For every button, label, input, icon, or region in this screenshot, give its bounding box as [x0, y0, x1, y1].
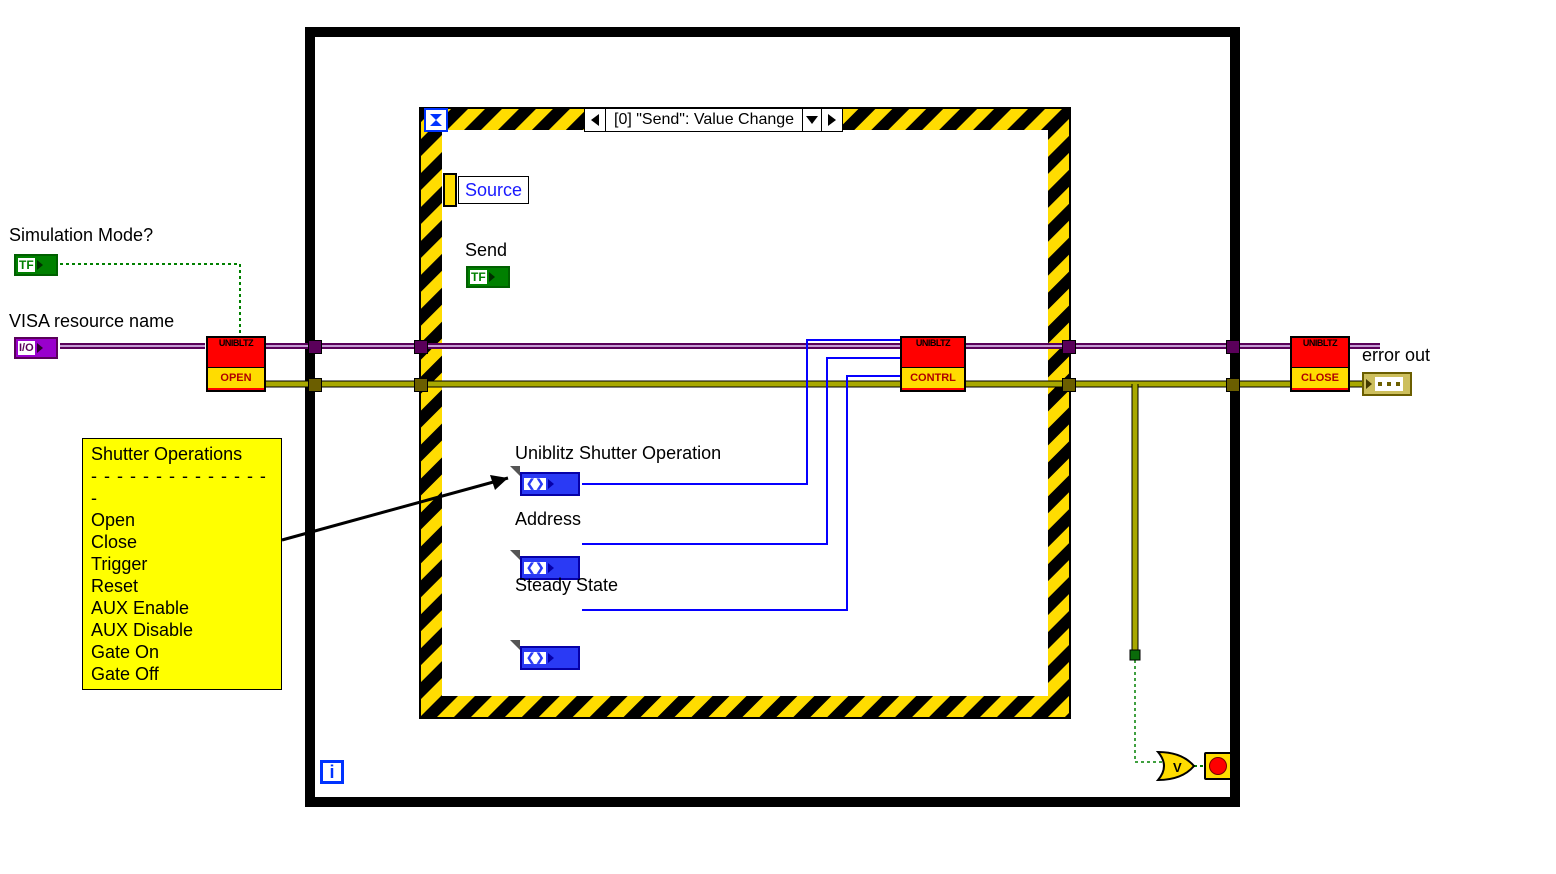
label-send: Send	[465, 240, 507, 261]
loop-stop-terminal[interactable]	[1204, 752, 1232, 780]
subvi-open-label: OPEN	[208, 367, 264, 388]
subvi-open[interactable]: UNIBLTZ OPEN	[206, 336, 266, 392]
control-simulation-mode[interactable]: TF	[14, 254, 58, 276]
note-item: Open	[91, 509, 273, 531]
subvi-brand: UNIBLTZ	[208, 338, 264, 349]
event-data-node[interactable]	[443, 173, 457, 207]
label-simulation-mode: Simulation Mode?	[9, 225, 153, 246]
tunnel-ev-session-out	[1062, 340, 1076, 354]
note-shutter-operations: Shutter Operations - - - - - - - - - - -…	[82, 438, 282, 690]
event-case-selector[interactable]: [0] "Send": Value Change	[584, 108, 843, 132]
control-send[interactable]: TF	[466, 266, 510, 288]
label-visa-resource: VISA resource name	[9, 311, 174, 332]
note-item: Reset	[91, 575, 273, 597]
note-item: Gate On	[91, 641, 273, 663]
tunnel-ev-error-in	[414, 378, 428, 392]
event-data-source[interactable]: Source	[458, 176, 529, 204]
note-item: Close	[91, 531, 273, 553]
control-visa-resource[interactable]: I/O	[14, 337, 58, 359]
note-item: AUX Enable	[91, 597, 273, 619]
tunnel-error-in	[308, 378, 322, 392]
note-item: Trigger	[91, 553, 273, 575]
control-steady-state[interactable]: ❮❯	[520, 646, 580, 670]
subvi-brand: UNIBLTZ	[1292, 338, 1348, 349]
loop-iteration-terminal[interactable]: i	[320, 760, 344, 784]
label-steady-state: Steady State	[515, 575, 618, 596]
tunnel-ev-session-in	[414, 340, 428, 354]
tunnel-error-out	[1226, 378, 1240, 392]
subvi-brand: UNIBLTZ	[902, 338, 964, 349]
ring-glyph-icon	[510, 550, 520, 560]
note-title: Shutter Operations	[91, 443, 273, 465]
event-timeout-terminal[interactable]	[424, 108, 448, 132]
stop-icon	[1209, 757, 1227, 775]
event-next-button[interactable]	[821, 109, 842, 131]
subvi-control-label: CONTRL	[902, 367, 964, 388]
note-item: AUX Disable	[91, 619, 273, 641]
tf-glyph: TF	[18, 258, 35, 272]
subvi-close-label: CLOSE	[1292, 367, 1348, 388]
tunnel-ev-error-out	[1062, 378, 1076, 392]
event-prev-button[interactable]	[585, 109, 606, 131]
tunnel-session-in	[308, 340, 322, 354]
event-case-label: [0] "Send": Value Change	[606, 109, 802, 131]
ring-glyph-icon	[510, 640, 520, 650]
svg-text:V: V	[1173, 760, 1182, 775]
ring-glyph: ❮❯	[524, 478, 546, 490]
io-glyph: I/O	[18, 341, 35, 355]
subvi-close[interactable]: UNIBLTZ CLOSE	[1290, 336, 1350, 392]
label-shutter-operation: Uniblitz Shutter Operation	[515, 443, 721, 464]
ring-glyph-icon	[510, 466, 520, 476]
control-shutter-operation[interactable]: ❮❯	[520, 472, 580, 496]
label-error-out: error out	[1362, 345, 1430, 366]
tf-glyph: TF	[470, 270, 487, 284]
tunnel-session-out	[1226, 340, 1240, 354]
subvi-control[interactable]: UNIBLTZ CONTRL	[900, 336, 966, 392]
indicator-error-out[interactable]	[1362, 372, 1412, 396]
ring-glyph: ❮❯	[524, 652, 546, 664]
event-case-dropdown[interactable]	[802, 109, 821, 131]
ring-glyph: ❮❯	[524, 562, 546, 574]
note-item: Gate Off	[91, 663, 273, 685]
label-address: Address	[515, 509, 581, 530]
